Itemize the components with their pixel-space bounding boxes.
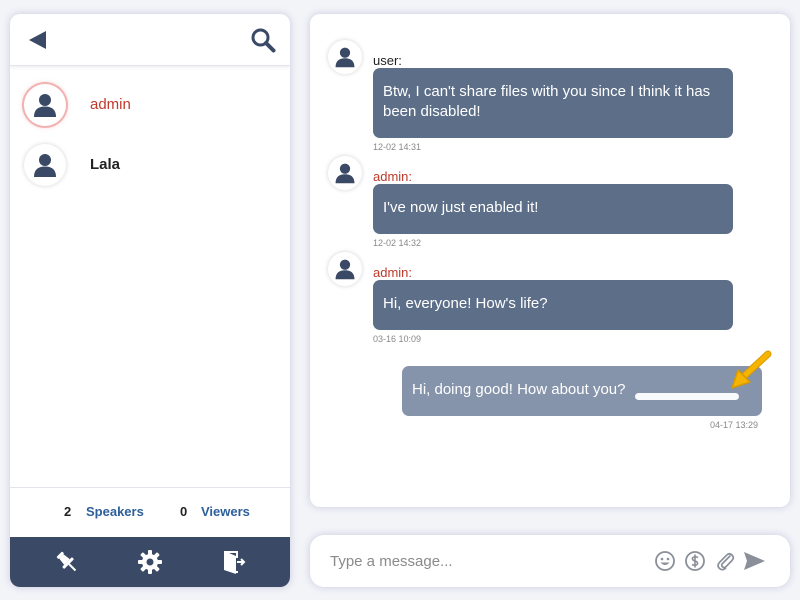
back-button[interactable] <box>26 28 50 52</box>
user-avatar-icon <box>335 47 355 68</box>
speakers-count: 2 <box>64 504 72 519</box>
user-avatar-icon <box>335 163 355 184</box>
message-timestamp: 12-02 14:31 <box>373 142 422 152</box>
message-bubble: I've now just enabled it! <box>373 184 733 234</box>
message-bubble: Btw, I can't share files with you since … <box>373 68 733 138</box>
search-button[interactable] <box>250 27 276 53</box>
user-avatar-icon <box>335 259 355 280</box>
chat-messages-panel[interactable]: user: Btw, I can't share files with you … <box>310 14 790 507</box>
message-timestamp: 04-17 13:29 <box>710 420 759 430</box>
message-bubble: Hi, everyone! How's life? <box>373 280 733 330</box>
avatar <box>24 84 66 126</box>
user-item-admin[interactable]: admin <box>10 84 290 144</box>
participant-stats: 2 Speakers 0 Viewers <box>10 487 290 537</box>
search-icon <box>251 28 276 53</box>
message-sender: admin: <box>373 265 413 280</box>
user-item-lala[interactable]: Lala <box>10 144 290 204</box>
message-composer <box>310 535 790 587</box>
user-list: admin Lala <box>10 66 290 204</box>
viewers-count: 0 <box>180 504 188 519</box>
pin-icon <box>56 551 77 572</box>
paperclip-icon <box>717 552 735 571</box>
viewers-link[interactable]: Viewers <box>201 504 250 519</box>
payment-button[interactable] <box>684 550 706 572</box>
emoji-icon <box>655 551 675 571</box>
dollar-icon <box>685 551 705 571</box>
exit-door-icon <box>224 551 246 574</box>
participants-panel: admin Lala 2 Speakers 0 Viewers <box>10 14 290 587</box>
message-text: been disabled! <box>383 103 481 120</box>
send-icon <box>744 552 765 570</box>
leave-button[interactable] <box>220 549 246 575</box>
gear-icon <box>138 550 162 574</box>
message-text: Hi, everyone! How's life? <box>383 295 548 312</box>
annotation-overlay <box>635 350 772 400</box>
emoji-button[interactable] <box>654 550 676 572</box>
avatar <box>328 252 362 286</box>
message-timestamp: 03-16 10:09 <box>373 334 422 344</box>
message-text: I've now just enabled it! <box>383 199 539 216</box>
speakers-link[interactable]: Speakers <box>86 504 144 519</box>
message-input[interactable] <box>330 549 630 573</box>
pointer-arrow-icon <box>731 350 772 389</box>
back-arrow-icon <box>29 31 46 49</box>
user-name: admin <box>90 96 131 113</box>
message-text: Btw, I can't share files with you since … <box>383 83 711 100</box>
sidebar-toolbar <box>10 537 290 587</box>
user-avatar-icon <box>34 94 56 117</box>
user-avatar-icon <box>34 154 56 177</box>
highlight-bar <box>635 393 739 400</box>
pin-button[interactable] <box>54 549 80 575</box>
message-timestamp: 12-02 14:32 <box>373 238 422 248</box>
participants-header <box>10 14 290 66</box>
avatar <box>24 144 66 186</box>
avatar <box>328 156 362 190</box>
send-button[interactable] <box>742 550 766 572</box>
message-sender: user: <box>373 53 402 68</box>
avatar <box>328 40 362 74</box>
message-sender: admin: <box>373 169 413 184</box>
attach-button[interactable] <box>714 550 736 572</box>
settings-button[interactable] <box>137 549 163 575</box>
user-name: Lala <box>90 156 121 173</box>
